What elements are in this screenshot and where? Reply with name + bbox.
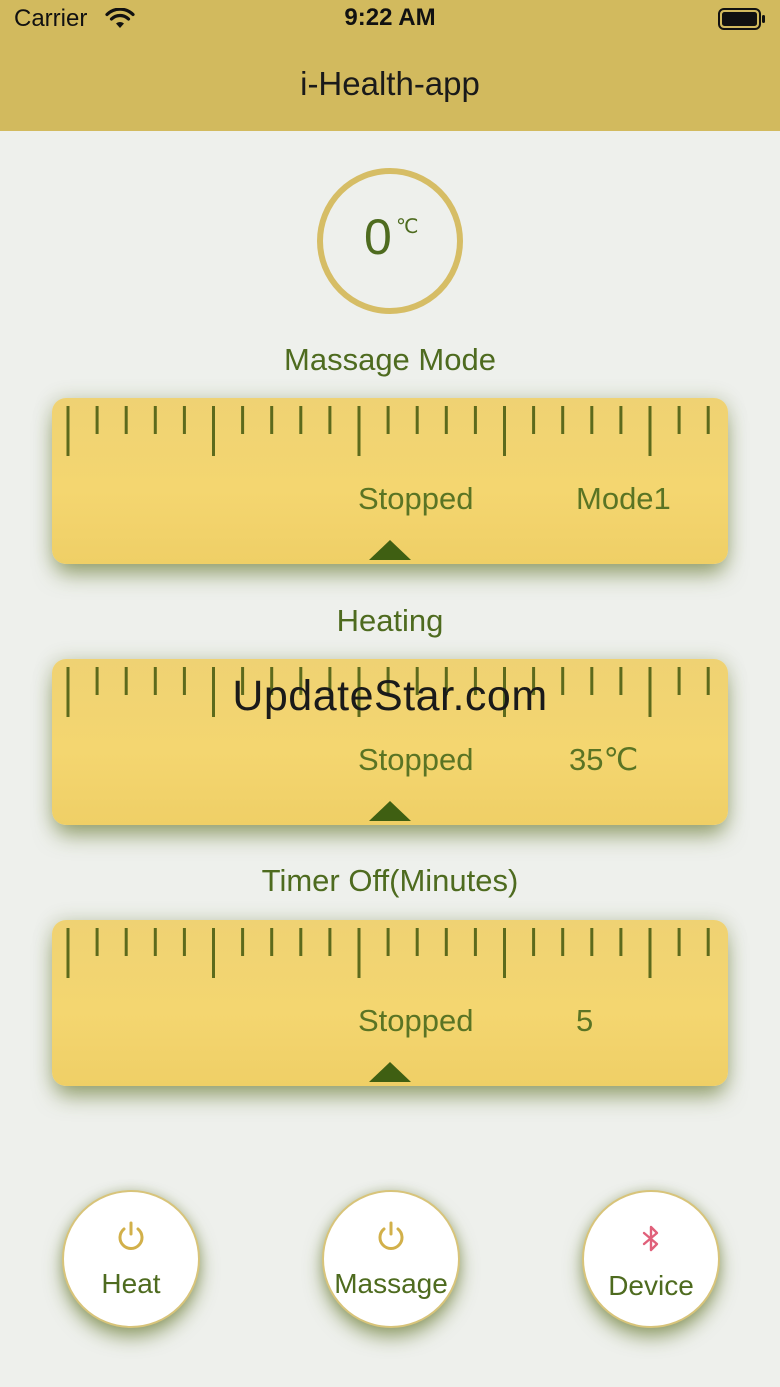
status-bar: Carrier 9:22 AM — [0, 0, 780, 40]
page-title: i-Health-app — [300, 65, 480, 102]
battery-icon — [718, 8, 765, 30]
ruler-ticks — [66, 928, 710, 978]
power-icon — [378, 1221, 404, 1250]
app-header: Carrier 9:22 AM i-Health-app — [0, 0, 780, 131]
temperature-unit: ℃ — [396, 216, 419, 238]
watermark-text: UpdateStar.com — [232, 672, 548, 720]
device-button-label: Device — [608, 1270, 694, 1301]
timer-off-value: 5 — [576, 1003, 594, 1038]
bluetooth-icon — [642, 1225, 659, 1252]
ruler-ticks — [66, 406, 710, 456]
massage-button-label: Massage — [334, 1268, 448, 1299]
massage-mode-ruler[interactable]: Stopped Mode1 — [52, 398, 728, 564]
heat-button-label: Heat — [101, 1268, 161, 1299]
temperature-value: 0 — [364, 209, 392, 265]
heating-label: Heating — [336, 603, 444, 638]
massage-button[interactable]: Massage — [322, 1190, 460, 1328]
massage-mode-status: Stopped — [358, 481, 474, 516]
pointer-triangle-icon — [369, 801, 411, 821]
timer-off-ruler[interactable]: Stopped 5 — [52, 920, 728, 1086]
heat-button[interactable]: Heat — [62, 1190, 200, 1328]
heating-value: 35℃ — [569, 742, 639, 777]
massage-mode-label: Massage Mode — [284, 342, 496, 377]
status-time: 9:22 AM — [344, 4, 436, 31]
pointer-triangle-icon — [369, 1062, 411, 1082]
power-icon — [118, 1221, 144, 1250]
massage-mode-value: Mode1 — [576, 481, 671, 516]
device-button[interactable]: Device — [582, 1190, 720, 1328]
heating-status: Stopped — [358, 742, 474, 777]
timer-off-status: Stopped — [358, 1003, 474, 1038]
pointer-triangle-icon — [369, 540, 411, 560]
timer-off-label: Timer Off(Minutes) — [261, 863, 519, 898]
